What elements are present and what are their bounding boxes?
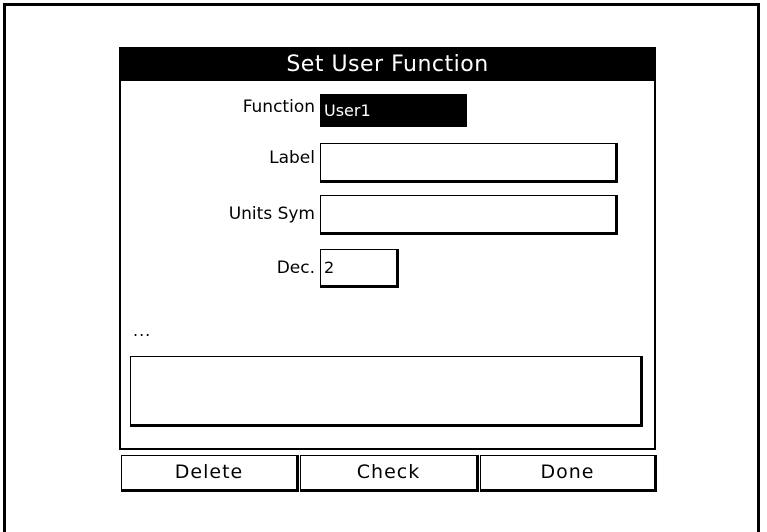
check-button[interactable]: Check — [300, 455, 479, 492]
set-user-function-dialog: Set User Function Function User1 Label U… — [119, 47, 656, 450]
label-input[interactable] — [320, 143, 618, 183]
done-button[interactable]: Done — [480, 455, 657, 492]
units-sym-label: Units Sym — [228, 204, 315, 224]
dec-label: Dec. — [276, 258, 315, 278]
dec-input[interactable]: 2 — [320, 249, 399, 288]
status-ellipsis: ... — [133, 321, 152, 340]
message-box — [130, 356, 643, 427]
units-sym-input[interactable] — [320, 195, 618, 235]
delete-button[interactable]: Delete — [121, 455, 299, 492]
label-field-label: Label — [269, 148, 315, 168]
dialog-title: Set User Function — [121, 49, 654, 81]
function-label: Function — [242, 97, 315, 117]
function-select[interactable]: User1 — [320, 94, 467, 127]
